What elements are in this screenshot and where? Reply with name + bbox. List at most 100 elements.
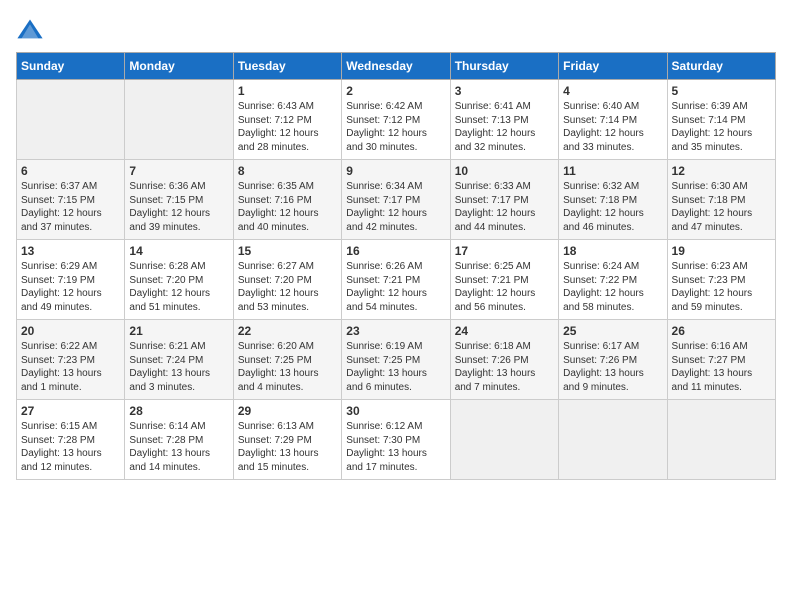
calendar-week-3: 13 Sunrise: 6:29 AM Sunset: 7:19 PM Dayli… <box>17 240 776 320</box>
day-number: 9 <box>346 164 445 178</box>
calendar-cell: 3 Sunrise: 6:41 AM Sunset: 7:13 PM Daylig… <box>450 80 558 160</box>
day-number: 29 <box>238 404 337 418</box>
day-info: Sunrise: 6:16 AM Sunset: 7:27 PM Dayligh… <box>672 340 771 394</box>
day-info: Sunrise: 6:19 AM Sunset: 7:25 PM Dayligh… <box>346 340 445 394</box>
day-info: Sunrise: 6:35 AM Sunset: 7:16 PM Dayligh… <box>238 180 337 234</box>
day-info: Sunrise: 6:12 AM Sunset: 7:30 PM Dayligh… <box>346 420 445 474</box>
day-number: 7 <box>129 164 228 178</box>
day-info: Sunrise: 6:25 AM Sunset: 7:21 PM Dayligh… <box>455 260 554 314</box>
calendar-cell: 1 Sunrise: 6:43 AM Sunset: 7:12 PM Daylig… <box>233 80 341 160</box>
calendar-cell <box>667 400 775 480</box>
calendar-cell: 14 Sunrise: 6:28 AM Sunset: 7:20 PM Dayli… <box>125 240 233 320</box>
column-header-thursday: Thursday <box>450 53 558 80</box>
column-header-saturday: Saturday <box>667 53 775 80</box>
day-number: 25 <box>563 324 662 338</box>
calendar-cell: 9Sunrise: 6:34 AM Sunset: 7:17 PM Daylig… <box>342 160 450 240</box>
day-info: Sunrise: 6:15 AM Sunset: 7:28 PM Dayligh… <box>21 420 120 474</box>
day-info: Sunrise: 6:43 AM Sunset: 7:12 PM Dayligh… <box>238 100 337 154</box>
day-number: 18 <box>563 244 662 258</box>
calendar-week-4: 20Sunrise: 6:22 AM Sunset: 7:23 PM Dayli… <box>17 320 776 400</box>
calendar-cell: 19 Sunrise: 6:23 AM Sunset: 7:23 PM Dayli… <box>667 240 775 320</box>
day-number: 6 <box>21 164 120 178</box>
day-number: 1 <box>238 84 337 98</box>
calendar-cell: 21 Sunrise: 6:21 AM Sunset: 7:24 PM Dayli… <box>125 320 233 400</box>
column-header-wednesday: Wednesday <box>342 53 450 80</box>
day-number: 19 <box>672 244 771 258</box>
day-info: Sunrise: 6:32 AM Sunset: 7:18 PM Dayligh… <box>563 180 662 234</box>
day-number: 11 <box>563 164 662 178</box>
day-info: Sunrise: 6:42 AM Sunset: 7:12 PM Dayligh… <box>346 100 445 154</box>
calendar-cell: 16 Sunrise: 6:26 AM Sunset: 7:21 PM Dayli… <box>342 240 450 320</box>
calendar-cell: 12Sunrise: 6:30 AM Sunset: 7:18 PM Dayli… <box>667 160 775 240</box>
day-number: 26 <box>672 324 771 338</box>
calendar-cell: 22 Sunrise: 6:20 AM Sunset: 7:25 PM Dayli… <box>233 320 341 400</box>
calendar-cell <box>450 400 558 480</box>
day-number: 8 <box>238 164 337 178</box>
day-info: Sunrise: 6:37 AM Sunset: 7:15 PM Dayligh… <box>21 180 120 234</box>
calendar-cell: 27 Sunrise: 6:15 AM Sunset: 7:28 PM Dayli… <box>17 400 125 480</box>
day-info: Sunrise: 6:40 AM Sunset: 7:14 PM Dayligh… <box>563 100 662 154</box>
calendar-cell: 13 Sunrise: 6:29 AM Sunset: 7:19 PM Dayli… <box>17 240 125 320</box>
calendar-cell: 8 Sunrise: 6:35 AM Sunset: 7:16 PM Daylig… <box>233 160 341 240</box>
calendar-cell: 15 Sunrise: 6:27 AM Sunset: 7:20 PM Dayli… <box>233 240 341 320</box>
day-number: 4 <box>563 84 662 98</box>
column-header-sunday: Sunday <box>17 53 125 80</box>
calendar-cell: 4 Sunrise: 6:40 AM Sunset: 7:14 PM Daylig… <box>559 80 667 160</box>
calendar-cell: 24Sunrise: 6:18 AM Sunset: 7:26 PM Dayli… <box>450 320 558 400</box>
calendar-cell: 17 Sunrise: 6:25 AM Sunset: 7:21 PM Dayli… <box>450 240 558 320</box>
day-number: 28 <box>129 404 228 418</box>
day-info: Sunrise: 6:23 AM Sunset: 7:23 PM Dayligh… <box>672 260 771 314</box>
day-info: Sunrise: 6:41 AM Sunset: 7:13 PM Dayligh… <box>455 100 554 154</box>
calendar-table: SundayMondayTuesdayWednesdayThursdayFrid… <box>16 52 776 480</box>
day-number: 15 <box>238 244 337 258</box>
day-number: 5 <box>672 84 771 98</box>
day-info: Sunrise: 6:33 AM Sunset: 7:17 PM Dayligh… <box>455 180 554 234</box>
day-info: Sunrise: 6:24 AM Sunset: 7:22 PM Dayligh… <box>563 260 662 314</box>
logo-icon <box>16 16 44 44</box>
day-info: Sunrise: 6:14 AM Sunset: 7:28 PM Dayligh… <box>129 420 228 474</box>
calendar-cell: 11 Sunrise: 6:32 AM Sunset: 7:18 PM Dayli… <box>559 160 667 240</box>
page-header <box>16 16 776 44</box>
calendar-cell: 5Sunrise: 6:39 AM Sunset: 7:14 PM Daylig… <box>667 80 775 160</box>
calendar-cell: 30 Sunrise: 6:12 AM Sunset: 7:30 PM Dayli… <box>342 400 450 480</box>
calendar-cell <box>125 80 233 160</box>
column-header-tuesday: Tuesday <box>233 53 341 80</box>
day-number: 22 <box>238 324 337 338</box>
calendar-cell: 25 Sunrise: 6:17 AM Sunset: 7:26 PM Dayli… <box>559 320 667 400</box>
day-info: Sunrise: 6:21 AM Sunset: 7:24 PM Dayligh… <box>129 340 228 394</box>
day-info: Sunrise: 6:36 AM Sunset: 7:15 PM Dayligh… <box>129 180 228 234</box>
day-number: 30 <box>346 404 445 418</box>
day-number: 24 <box>455 324 554 338</box>
day-number: 14 <box>129 244 228 258</box>
day-number: 27 <box>21 404 120 418</box>
day-number: 17 <box>455 244 554 258</box>
day-number: 13 <box>21 244 120 258</box>
day-info: Sunrise: 6:27 AM Sunset: 7:20 PM Dayligh… <box>238 260 337 314</box>
calendar-cell: 28 Sunrise: 6:14 AM Sunset: 7:28 PM Dayli… <box>125 400 233 480</box>
day-number: 16 <box>346 244 445 258</box>
day-info: Sunrise: 6:28 AM Sunset: 7:20 PM Dayligh… <box>129 260 228 314</box>
day-number: 3 <box>455 84 554 98</box>
day-info: Sunrise: 6:20 AM Sunset: 7:25 PM Dayligh… <box>238 340 337 394</box>
day-info: Sunrise: 6:26 AM Sunset: 7:21 PM Dayligh… <box>346 260 445 314</box>
calendar-cell: 29Sunrise: 6:13 AM Sunset: 7:29 PM Dayli… <box>233 400 341 480</box>
day-number: 10 <box>455 164 554 178</box>
calendar-cell <box>559 400 667 480</box>
day-info: Sunrise: 6:29 AM Sunset: 7:19 PM Dayligh… <box>21 260 120 314</box>
calendar-cell: 23 Sunrise: 6:19 AM Sunset: 7:25 PM Dayli… <box>342 320 450 400</box>
day-info: Sunrise: 6:30 AM Sunset: 7:18 PM Dayligh… <box>672 180 771 234</box>
column-header-friday: Friday <box>559 53 667 80</box>
calendar-cell: 2 Sunrise: 6:42 AM Sunset: 7:12 PM Daylig… <box>342 80 450 160</box>
calendar-header-row: SundayMondayTuesdayWednesdayThursdayFrid… <box>17 53 776 80</box>
calendar-cell <box>17 80 125 160</box>
calendar-week-2: 6 Sunrise: 6:37 AM Sunset: 7:15 PM Daylig… <box>17 160 776 240</box>
day-info: Sunrise: 6:22 AM Sunset: 7:23 PM Dayligh… <box>21 340 120 394</box>
day-info: Sunrise: 6:17 AM Sunset: 7:26 PM Dayligh… <box>563 340 662 394</box>
calendar-cell: 26 Sunrise: 6:16 AM Sunset: 7:27 PM Dayli… <box>667 320 775 400</box>
calendar-cell: 7 Sunrise: 6:36 AM Sunset: 7:15 PM Daylig… <box>125 160 233 240</box>
day-number: 23 <box>346 324 445 338</box>
calendar-week-5: 27 Sunrise: 6:15 AM Sunset: 7:28 PM Dayli… <box>17 400 776 480</box>
calendar-cell: 10 Sunrise: 6:33 AM Sunset: 7:17 PM Dayli… <box>450 160 558 240</box>
day-number: 2 <box>346 84 445 98</box>
day-number: 21 <box>129 324 228 338</box>
